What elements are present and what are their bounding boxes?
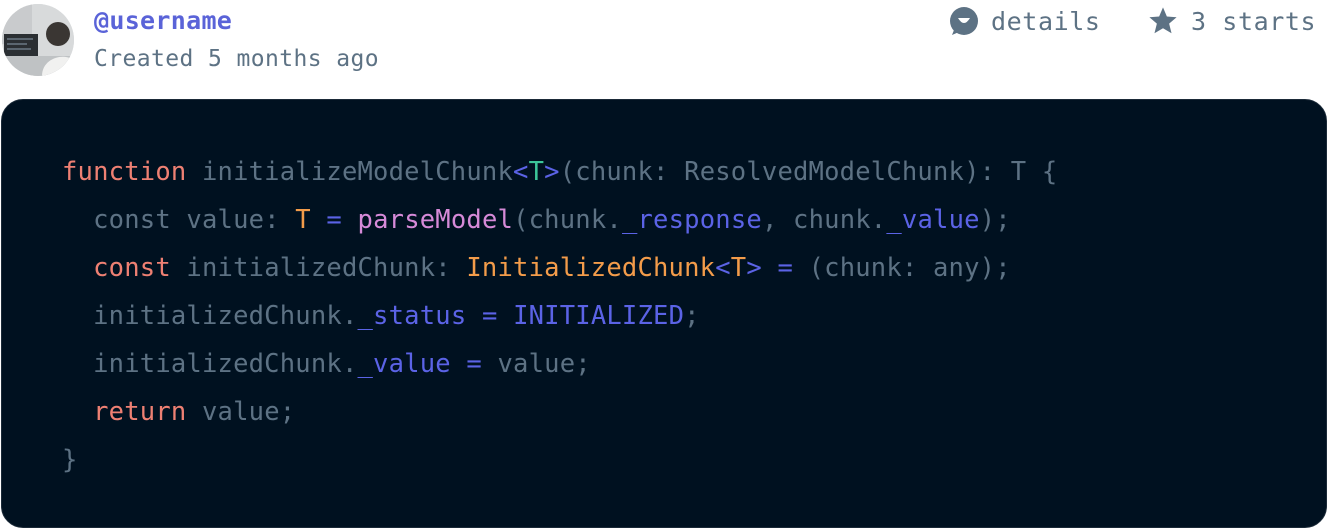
code-token: initializedChunk: — [170, 253, 467, 283]
code-token: initializeModelChunk — [186, 157, 514, 187]
code-token: < — [513, 157, 529, 187]
code-token: T — [295, 205, 311, 235]
code-token: initializedChunk. — [62, 301, 358, 331]
code-block[interactable]: function initializeModelChunk<T>(chunk: … — [1, 99, 1327, 528]
code-token: > — [746, 253, 762, 283]
code-token: (chunk. — [513, 205, 622, 235]
stars-link[interactable]: 3 starts — [1147, 3, 1316, 39]
code-token: INITIALIZED — [513, 301, 685, 331]
code-token: _value — [886, 205, 980, 235]
code-line: initializedChunk._status = INITIALIZED; — [62, 292, 1057, 340]
comment-bubble-icon — [949, 6, 979, 36]
code-token: ; — [684, 301, 700, 331]
code-token: const value: — [62, 205, 296, 235]
code-content: function initializeModelChunk<T>(chunk: … — [62, 148, 1057, 484]
code-line: function initializeModelChunk<T>(chunk: … — [62, 148, 1057, 196]
code-token: < — [715, 253, 731, 283]
code-token: _response — [621, 205, 762, 235]
code-token: > — [544, 157, 560, 187]
code-token: (chunk: ResolvedModelChunk): T { — [559, 157, 1058, 187]
details-label: details — [991, 6, 1101, 36]
code-token: = — [326, 205, 342, 235]
gist-header: @username Created 5 months ago details 3… — [0, 0, 1329, 90]
username-link[interactable]: @username — [94, 3, 232, 39]
code-line: } — [62, 436, 1057, 484]
code-token: = — [481, 301, 498, 331]
code-token: value; — [481, 349, 591, 379]
created-timestamp: Created 5 months ago — [94, 46, 379, 72]
code-line: const initializedChunk: InitializedChunk… — [62, 244, 1057, 292]
code-token: function — [62, 157, 187, 187]
code-token: value; — [186, 397, 296, 427]
details-link[interactable]: details — [949, 3, 1101, 39]
code-token: ); — [979, 205, 1011, 235]
code-token: parseModel — [357, 205, 514, 235]
code-token: (chunk: any); — [793, 253, 1011, 283]
avatar[interactable] — [2, 4, 74, 76]
code-token: } — [62, 445, 78, 475]
code-line: return value; — [62, 388, 1057, 436]
star-icon — [1147, 5, 1179, 37]
code-token: _value — [357, 349, 451, 379]
code-token: _status — [357, 301, 467, 331]
code-token: T — [528, 157, 545, 187]
code-token: , chunk. — [761, 205, 887, 235]
code-token: = — [777, 253, 794, 283]
code-line: initializedChunk._value = value; — [62, 340, 1057, 388]
code-token: InitializedChunk — [466, 253, 716, 283]
code-token: T — [730, 253, 747, 283]
code-token: const — [93, 253, 171, 283]
code-line: const value: T = parseModel(chunk._respo… — [62, 196, 1057, 244]
code-token: initializedChunk. — [62, 349, 358, 379]
code-token: = — [466, 349, 482, 379]
stars-label: 3 starts — [1191, 6, 1317, 36]
code-token: return — [93, 397, 187, 427]
